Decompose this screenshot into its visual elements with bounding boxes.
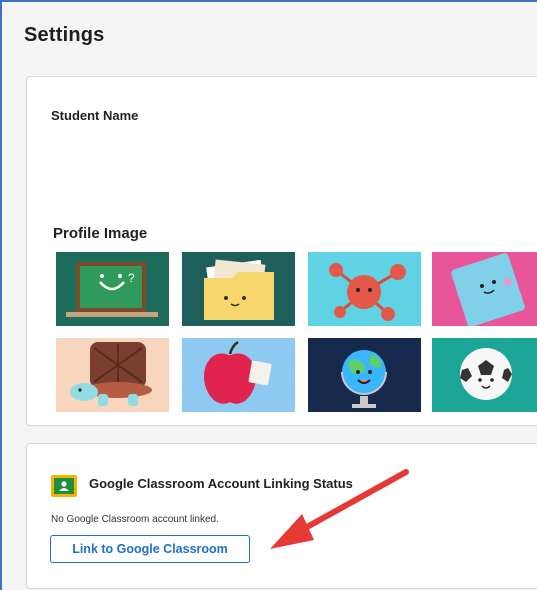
profile-image-soccer-ball[interactable] bbox=[432, 338, 537, 412]
turtle-icon bbox=[70, 342, 152, 406]
page-title: Settings bbox=[24, 24, 105, 46]
student-name-label: Student Name bbox=[51, 108, 139, 123]
classroom-link-status: No Google Classroom account linked. bbox=[51, 514, 219, 525]
notebook-icon bbox=[451, 253, 525, 326]
settings-page: Settings Student Name Profile Image ? Go… bbox=[0, 0, 537, 590]
profile-image-apple[interactable] bbox=[182, 338, 295, 412]
soccer-ball-icon bbox=[460, 348, 512, 400]
profile-card: Student Name Profile Image ? bbox=[26, 76, 537, 426]
profile-image-globe[interactable] bbox=[308, 338, 421, 412]
apple-icon bbox=[204, 340, 272, 404]
chalkboard-icon: ? bbox=[66, 262, 158, 317]
globe-icon bbox=[341, 350, 387, 408]
profile-image-notebook[interactable] bbox=[432, 252, 537, 326]
profile-image-chalkboard[interactable]: ? bbox=[56, 252, 169, 326]
link-to-google-classroom-button[interactable]: Link to Google Classroom bbox=[50, 535, 250, 563]
profile-image-turtle[interactable] bbox=[56, 338, 169, 412]
profile-image-molecule[interactable] bbox=[308, 252, 421, 326]
profile-image-folder[interactable] bbox=[182, 252, 295, 326]
google-classroom-icon bbox=[51, 475, 77, 497]
svg-text:?: ? bbox=[128, 271, 135, 285]
profile-image-label: Profile Image bbox=[53, 225, 148, 242]
classroom-card: Google Classroom Account Linking Status … bbox=[26, 443, 537, 589]
folder-icon bbox=[204, 259, 274, 320]
molecule-icon bbox=[329, 263, 406, 321]
classroom-linking-heading: Google Classroom Account Linking Status bbox=[89, 476, 353, 491]
